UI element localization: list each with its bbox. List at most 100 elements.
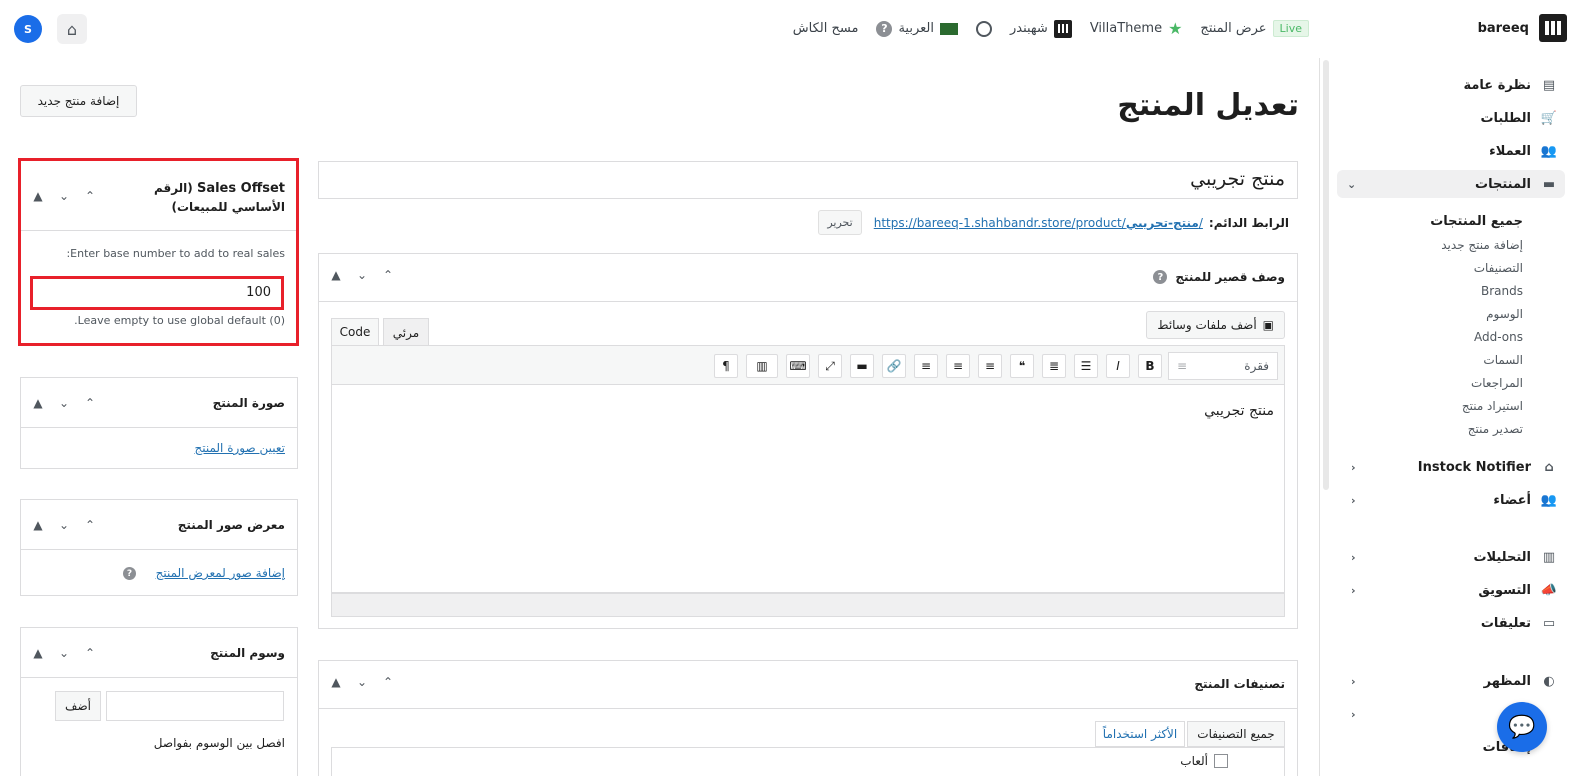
sidebar-item-products[interactable]: ▬ المنتجات ⌄ <box>1337 170 1565 198</box>
sidebar: ▤ نظرة عامة 🛒 الطلبات 👥 العملاء ▬ المنتج… <box>1331 58 1581 776</box>
editor-toolbar: فقرة ≡ B I ☰ ≣ ❝ ≡ ≡ ≡ 🔗 ▬ ⤢ ⌨ ▥ ¶ <box>331 345 1285 385</box>
permalink-edit-button[interactable]: تحرير <box>818 210 862 235</box>
numbered-list-button[interactable]: ≣ <box>1042 354 1066 378</box>
permalink-link[interactable]: https://bareeq-1.shahbandr.store/product… <box>874 216 1203 230</box>
read-more-button[interactable]: ▬ <box>850 354 874 378</box>
bold-button[interactable]: B <box>1138 354 1162 378</box>
brand[interactable]: bareeq <box>1478 14 1567 42</box>
add-media-button[interactable]: ▣ أضف ملفات وسائط <box>1146 311 1285 339</box>
sidebar-sub-all-products[interactable]: جميع المنتجات <box>1430 214 1523 229</box>
sidebar-item-marketing[interactable]: 📣 التسويق ‹ <box>1351 577 1557 603</box>
triangle-up-icon[interactable]: ▲ <box>31 518 45 532</box>
sidebar-sub-categories[interactable]: التصنيفات <box>1474 261 1523 275</box>
sidebar-sub-import[interactable]: استيراد منتج <box>1462 399 1523 413</box>
view-product-label: عرض المنتج <box>1200 21 1267 36</box>
list-item[interactable]: ألعاب <box>1180 754 1228 768</box>
blockquote-button[interactable]: ❝ <box>1010 354 1034 378</box>
format-select[interactable]: فقرة ≡ <box>1168 352 1278 380</box>
tab-all-categories[interactable]: جميع التصنيفات <box>1187 721 1285 747</box>
box-title: معرض صور المنتج <box>177 518 285 532</box>
set-product-image-link[interactable]: تعيين صورة المنتج <box>194 441 285 455</box>
sidebar-item-label: Instock Notifier <box>1417 459 1531 475</box>
triangle-up-icon[interactable]: ▲ <box>329 268 343 282</box>
sidebar-sub-brands[interactable]: Brands <box>1481 284 1523 298</box>
tag-input[interactable] <box>106 691 284 721</box>
align-right-button[interactable]: ≡ <box>914 354 938 378</box>
fullscreen-icon[interactable]: ⤢ <box>818 354 842 378</box>
sidebar-sub-attributes[interactable]: السمات <box>1483 353 1523 367</box>
sidebar-item-label: التحليلات <box>1473 549 1531 565</box>
sidebar-item-label: المنتجات <box>1475 176 1531 192</box>
sidebar-item-label: العملاء <box>1489 143 1531 159</box>
chevron-down-icon[interactable]: ⌄ <box>57 518 71 532</box>
plug-icon <box>1541 739 1557 755</box>
chat-button[interactable]: 💬 <box>1497 702 1547 752</box>
triangle-up-icon[interactable]: ▲ <box>329 675 343 689</box>
chevron-up-icon[interactable]: ⌃ <box>381 675 395 689</box>
users-icon: 👥 <box>1540 492 1558 508</box>
sidebar-item-members[interactable]: 👥 أعضاء ‹ <box>1351 487 1557 513</box>
sidebar-sub-add-new[interactable]: إضافة منتج جديد <box>1441 238 1523 252</box>
select-caret-icon: ≡ <box>1177 359 1188 373</box>
language-switcher[interactable]: العربية ? <box>876 20 958 37</box>
italic-button[interactable]: I <box>1106 354 1130 378</box>
sidebar-sub-reviews[interactable]: المراجعات <box>1471 376 1523 390</box>
sidebar-item-appearance[interactable]: ◐ المظهر ‹ <box>1351 668 1557 694</box>
chevron-up-icon[interactable]: ⌃ <box>83 518 97 532</box>
scrollbar-thumb[interactable] <box>1323 60 1329 490</box>
product-title-input[interactable]: منتج تجريبي <box>318 161 1298 199</box>
permalink-slug: منتج-تجريبي <box>1125 215 1199 230</box>
add-new-product-button[interactable]: إضافة منتج جديد <box>20 85 137 117</box>
tab-visual[interactable]: مرئي <box>383 318 429 346</box>
sales-offset-input-highlight <box>30 276 284 310</box>
sidebar-item-overview[interactable]: ▤ نظرة عامة <box>1351 72 1557 98</box>
paragraph-rtl-icon[interactable]: ¶ <box>714 354 738 378</box>
checkbox[interactable] <box>1214 754 1228 768</box>
sidebar-item-comments[interactable]: ▭ تعليقات <box>1351 610 1557 636</box>
triangle-up-icon[interactable]: ▲ <box>31 646 45 660</box>
sidebar-sub-tags[interactable]: الوسوم <box>1486 307 1523 321</box>
chevron-left-icon: ‹ <box>1351 460 1356 474</box>
align-center-button[interactable]: ≡ <box>946 354 970 378</box>
chevron-up-icon[interactable]: ⌃ <box>83 396 97 410</box>
sidebar-sub-addons[interactable]: Add-ons <box>1474 330 1523 344</box>
chevron-up-icon[interactable]: ⌃ <box>381 268 395 282</box>
tab-code[interactable]: Code <box>331 318 379 346</box>
sidebar-item-analytics[interactable]: ▥ التحليلات ‹ <box>1351 544 1557 570</box>
home-button[interactable]: ⌂ <box>57 14 87 44</box>
box-header: صورة المنتج ▲ ⌄ ⌃ <box>21 378 297 428</box>
link-icon[interactable]: 🔗 <box>882 354 906 378</box>
shahbandr-shortcode-icon[interactable]: ▥ <box>746 354 778 378</box>
align-left-button[interactable]: ≡ <box>978 354 1002 378</box>
editor-content[interactable]: منتج تجريبي <box>331 385 1285 593</box>
add-tag-button[interactable]: أضف <box>55 691 101 721</box>
shahbandr-link[interactable]: شهبندر <box>1010 19 1072 38</box>
shahbandr-logo-icon <box>1539 14 1567 42</box>
sidebar-item-label: التسويق <box>1478 582 1531 598</box>
clear-cache-link[interactable]: مسح الكاش <box>793 21 859 36</box>
sidebar-sub-export[interactable]: تصدير منتج <box>1468 422 1523 436</box>
toolbar-toggle-icon[interactable]: ⌨ <box>786 354 810 378</box>
tab-most-used[interactable]: الأكثر استخداماً <box>1095 721 1185 747</box>
chevron-down-icon[interactable]: ⌄ <box>355 675 369 689</box>
comment-icon: ▭ <box>1542 615 1556 631</box>
bullet-list-button[interactable]: ☰ <box>1074 354 1098 378</box>
villatheme-label: VillaTheme <box>1089 21 1163 36</box>
add-gallery-images-link[interactable]: إضافة صور لمعرض المنتج <box>156 566 285 580</box>
chevron-up-icon[interactable]: ⌃ <box>83 646 97 660</box>
sidebar-item-orders[interactable]: 🛒 الطلبات <box>1351 105 1557 131</box>
sidebar-item-customers[interactable]: 👥 العملاء <box>1351 138 1557 164</box>
sidebar-item-instock-notifier[interactable]: ⌂ Instock Notifier ‹ <box>1351 454 1557 480</box>
box-title: صورة المنتج <box>212 396 285 410</box>
chevron-down-icon[interactable]: ⌄ <box>57 646 71 660</box>
villatheme-link[interactable]: ★ VillaTheme <box>1090 19 1183 38</box>
avatar[interactable]: S <box>14 15 42 43</box>
box-title: وسوم المنتج <box>210 646 285 660</box>
chevron-down-icon[interactable]: ⌄ <box>57 396 71 410</box>
view-product-link[interactable]: Live عرض المنتج <box>1200 20 1309 37</box>
triangle-up-icon[interactable]: ▲ <box>31 396 45 410</box>
chevron-down-icon[interactable]: ⌄ <box>355 268 369 282</box>
main-scrollbar[interactable] <box>1319 58 1331 776</box>
hints-toggle[interactable] <box>975 20 992 37</box>
short-description-title: وصف قصير للمنتج <box>1175 270 1285 284</box>
